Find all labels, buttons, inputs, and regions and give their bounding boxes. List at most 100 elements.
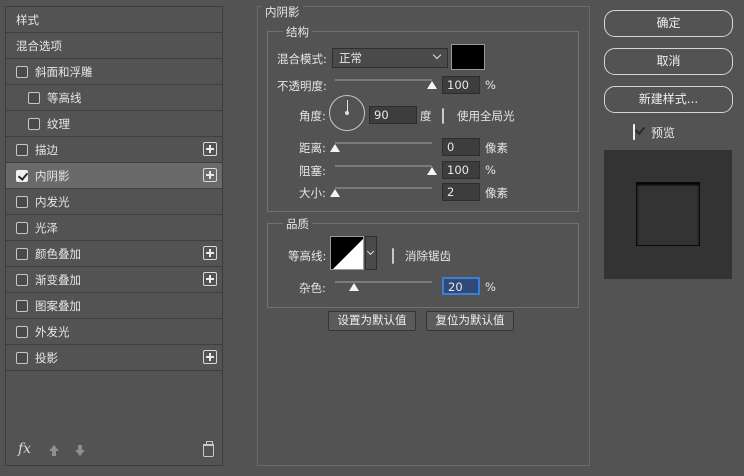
style-item[interactable]: 样式: [6, 7, 222, 33]
opacity-unit: %: [485, 78, 496, 92]
style-item-checkbox[interactable]: [16, 195, 28, 208]
blend-mode-label: 混合模式:: [277, 52, 327, 66]
style-item-checkbox[interactable]: [16, 169, 28, 182]
size-input[interactable]: 2: [442, 183, 480, 201]
noise-input[interactable]: 20: [442, 277, 480, 295]
style-item[interactable]: 斜面和浮雕: [6, 59, 222, 85]
style-item-label: 光泽: [35, 220, 58, 235]
contour-dropdown-button[interactable]: [365, 236, 377, 270]
style-item-checkbox[interactable]: [28, 91, 40, 104]
opacity-label: 不透明度:: [277, 79, 327, 93]
distance-slider-track[interactable]: [335, 142, 432, 144]
style-item-label: 斜面和浮雕: [35, 64, 93, 79]
distance-label: 距离:: [299, 141, 326, 155]
style-item-checkbox[interactable]: [16, 221, 28, 234]
choke-slider-track[interactable]: [335, 165, 432, 167]
angle-label: 角度:: [299, 109, 326, 123]
style-item[interactable]: 等高线: [6, 85, 222, 111]
choke-label: 阻塞:: [299, 164, 326, 178]
ok-button[interactable]: 确定: [604, 10, 733, 37]
style-item-label: 渐变叠加: [35, 272, 81, 287]
styles-list-panel: 样式混合选项斜面和浮雕等高线纹理描边内阴影内发光光泽颜色叠加渐变叠加图案叠加外发…: [5, 6, 223, 466]
style-item-checkbox[interactable]: [16, 143, 28, 156]
add-instance-icon[interactable]: [203, 142, 217, 156]
angle-input[interactable]: 90: [369, 106, 417, 124]
style-item-checkbox[interactable]: [16, 351, 28, 364]
preview-thumbnail: [636, 182, 700, 246]
style-item[interactable]: 描边: [6, 137, 222, 163]
style-item-checkbox[interactable]: [16, 299, 28, 312]
opacity-input[interactable]: 100: [442, 76, 480, 94]
inner-shadow-panel: 内阴影 结构 混合模式: 正常 不透明度: 100 % 角度: 90 度 使用全…: [257, 4, 590, 466]
anti-alias-checkbox[interactable]: [392, 248, 394, 264]
style-item-label: 内阴影: [35, 168, 70, 183]
style-item-label: 混合选项: [16, 38, 62, 53]
style-item[interactable]: 投影: [6, 345, 222, 371]
use-global-light-checkbox[interactable]: [442, 108, 444, 124]
style-item-label: 纹理: [47, 116, 70, 131]
style-item-checkbox[interactable]: [16, 65, 28, 78]
add-instance-icon[interactable]: [203, 272, 217, 286]
contour-preview[interactable]: [330, 236, 364, 270]
size-label: 大小:: [299, 186, 326, 200]
style-item[interactable]: 渐变叠加: [6, 267, 222, 293]
add-instance-icon[interactable]: [203, 168, 217, 182]
style-item[interactable]: 图案叠加: [6, 293, 222, 319]
style-item[interactable]: 混合选项: [6, 33, 222, 59]
blend-mode-value: 正常: [339, 51, 362, 65]
preview-area: [604, 150, 732, 279]
blend-mode-select[interactable]: 正常: [332, 48, 448, 68]
style-item[interactable]: 光泽: [6, 215, 222, 241]
preview-label: 预览: [651, 126, 676, 140]
style-item-checkbox[interactable]: [16, 325, 28, 338]
inner-shadow-title: 内阴影: [262, 4, 303, 20]
noise-unit: %: [485, 280, 496, 294]
style-item[interactable]: 内阴影: [6, 163, 222, 189]
style-item-checkbox[interactable]: [16, 273, 28, 286]
angle-dial-center: [345, 111, 349, 115]
trash-icon[interactable]: [203, 441, 214, 457]
make-default-button[interactable]: 设置为默认值: [328, 311, 416, 331]
contour-label: 等高线:: [288, 249, 327, 263]
add-instance-icon[interactable]: [203, 246, 217, 260]
distance-input[interactable]: 0: [442, 138, 480, 156]
style-item[interactable]: 纹理: [6, 111, 222, 137]
new-style-button[interactable]: 新建样式...: [604, 86, 733, 113]
structure-title: 结构: [283, 24, 312, 40]
angle-unit: 度: [420, 109, 432, 123]
size-unit: 像素: [485, 186, 508, 200]
choke-unit: %: [485, 163, 496, 177]
chevron-down-icon: [432, 50, 442, 60]
style-item-label: 外发光: [35, 324, 70, 339]
style-item[interactable]: 内发光: [6, 189, 222, 215]
angle-dial[interactable]: [329, 95, 365, 131]
move-up-icon[interactable]: [48, 445, 60, 457]
styles-list-footer: fx: [6, 437, 222, 465]
style-item[interactable]: 颜色叠加: [6, 241, 222, 267]
distance-unit: 像素: [485, 141, 508, 155]
style-item-checkbox[interactable]: [16, 247, 28, 260]
anti-alias-label: 消除锯齿: [405, 249, 451, 263]
quality-title: 品质: [283, 216, 312, 232]
style-item-label: 颜色叠加: [35, 246, 81, 261]
shadow-color-swatch[interactable]: [451, 44, 485, 70]
style-item[interactable]: 外发光: [6, 319, 222, 345]
use-global-light-label: 使用全局光: [457, 109, 515, 123]
move-down-icon[interactable]: [74, 445, 86, 457]
style-item-checkbox[interactable]: [28, 117, 40, 130]
style-item-label: 描边: [35, 142, 58, 157]
reset-default-button[interactable]: 复位为默认值: [426, 311, 514, 331]
chevron-down-icon: [366, 247, 375, 256]
size-slider-track[interactable]: [335, 187, 432, 189]
style-item-label: 等高线: [47, 90, 82, 105]
noise-label: 杂色:: [299, 281, 326, 295]
choke-input[interactable]: 100: [442, 161, 480, 179]
add-instance-icon[interactable]: [203, 350, 217, 364]
fx-menu-button[interactable]: fx: [18, 441, 31, 457]
cancel-button[interactable]: 取消: [604, 48, 733, 75]
style-item-label: 内发光: [35, 194, 70, 209]
preview-checkbox[interactable]: [633, 124, 635, 140]
contour-curve-icon: [333, 239, 363, 269]
opacity-slider-track[interactable]: [335, 79, 432, 81]
style-item-label: 样式: [16, 12, 39, 27]
